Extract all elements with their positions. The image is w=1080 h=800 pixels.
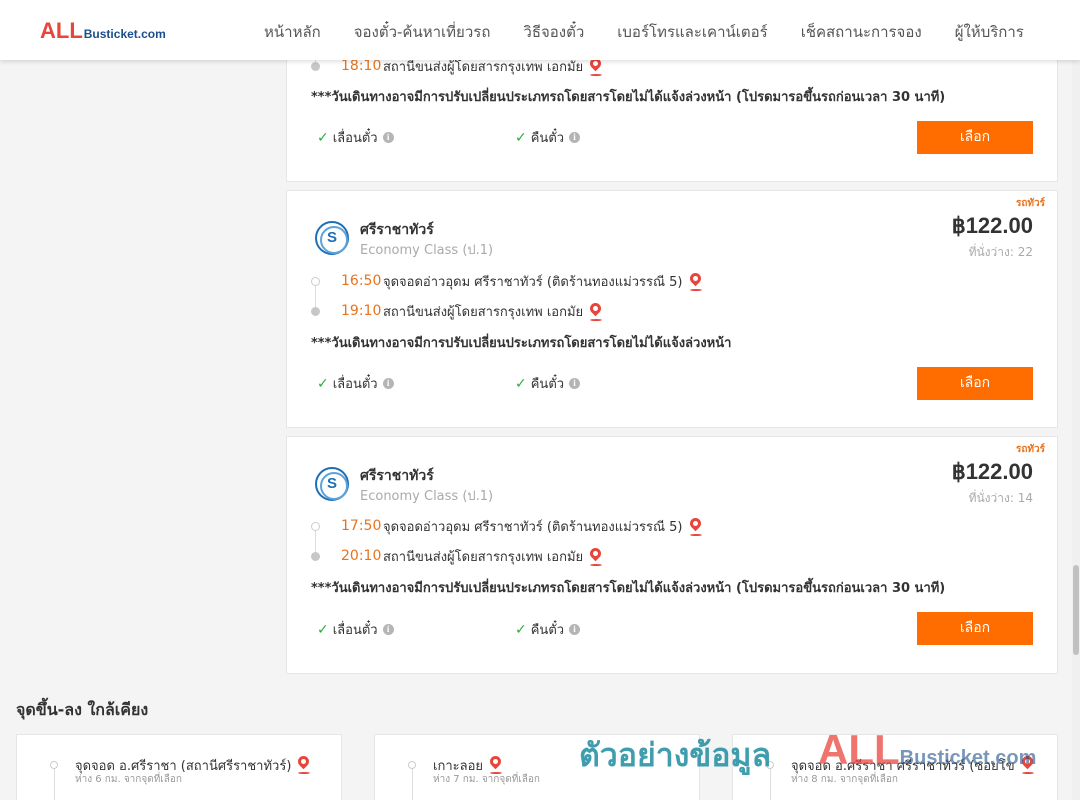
map-pin-icon[interactable] — [689, 275, 702, 291]
depart-dot — [311, 521, 320, 531]
check-icon: ✓ — [515, 375, 527, 392]
check-icon: ✓ — [515, 129, 527, 146]
depart-place: จุดจอดอ่าวอุดม ศรีราชาทัวร์ (ติดร้านทองแ… — [383, 519, 683, 535]
check-icon: ✓ — [317, 129, 329, 146]
feature-change-ticket: ✓ เลื่อนตั๋ว i — [317, 619, 394, 640]
feature-refund-ticket: ✓ คืนตั๋ว i — [515, 619, 581, 640]
arrive-place: สถานีขนส่งผู้โดยสารกรุงเทพ เอกมัย — [383, 549, 584, 565]
depart-time: 16:50 — [341, 273, 382, 289]
depart-stop: 17:50 จุดจอดอ่าวอุดม ศรีราชาทัวร์ (ติดร้… — [311, 516, 702, 536]
feature-label: เลื่อนตั๋ว — [332, 377, 378, 392]
nearby-stop-distance: ห่าง 6 กม. จากจุดที่เลือก — [75, 774, 182, 785]
trip-note: ***วันเดินทางอาจมีการปรับเปลี่ยนประเภทรถ… — [311, 336, 732, 351]
nav-how-to-book[interactable]: วิธีจองตั๋ว — [523, 20, 584, 44]
check-icon: ✓ — [317, 621, 329, 638]
watermark-text: ตัวอย่างข้อมูล — [579, 736, 772, 774]
site-header: ALLBusticket.com หน้าหลัก จองตั๋ว-ค้นหาเ… — [0, 0, 1080, 60]
operator-name: ศรีราชาทัวร์ — [360, 468, 434, 484]
stop-dot — [50, 761, 58, 769]
nav-providers[interactable]: ผู้ให้บริการ — [955, 20, 1024, 44]
trip-card: 18:10 สถานีขนส่งผู้โดยสารกรุงเทพ เอกมัย … — [286, 40, 1058, 182]
trip-card: รถทัวร์ S ศรีราชาทัวร์ Economy Class (ป.… — [286, 190, 1058, 428]
feature-refund-ticket: ✓ คืนตั๋ว i — [515, 127, 581, 148]
trip-note: ***วันเดินทางอาจมีการปรับเปลี่ยนประเภทรถ… — [311, 90, 946, 105]
ticket-price: ฿122.00 — [951, 459, 1033, 484]
arrive-dot — [311, 551, 320, 561]
select-trip-button[interactable]: เลือก — [917, 367, 1033, 400]
nav-check-status[interactable]: เช็คสถานะการจอง — [801, 20, 922, 44]
depart-dot — [311, 276, 320, 286]
depart-stop: 16:50 จุดจอดอ่าวอุดม ศรีราชาทัวร์ (ติดร้… — [311, 271, 702, 291]
depart-time: 17:50 — [341, 518, 382, 534]
logo-busticket: Busticket.com — [83, 27, 166, 41]
site-logo[interactable]: ALLBusticket.com — [40, 18, 166, 44]
nearby-stop-distance: ห่าง 8 กม. จากจุดที่เลือก — [791, 774, 898, 785]
bus-type-tag: รถทัวร์ — [1015, 444, 1045, 455]
page-scrollbar[interactable] — [1072, 60, 1080, 800]
main-nav: หน้าหลัก จองตั๋ว-ค้นหาเที่ยวรถ วิธีจองตั… — [264, 20, 1057, 44]
feature-change-ticket: ✓ เลื่อนตั๋ว i — [317, 373, 394, 394]
arrive-dot — [311, 61, 320, 71]
seats-available: ที่นั่งว่าง: 22 — [968, 245, 1033, 259]
nearby-stop-distance: ห่าง 7 กม. จากจุดที่เลือก — [433, 774, 540, 785]
operator-name: ศรีราชาทัวร์ — [360, 222, 434, 238]
bus-type-tag: รถทัวร์ — [1015, 198, 1045, 209]
watermark-logo: ALLBusticket.com — [818, 726, 1037, 773]
feature-label: คืนตั๋ว — [530, 623, 565, 638]
ticket-price: ฿122.00 — [951, 213, 1033, 238]
arrive-stop: 19:10 สถานีขนส่งผู้โดยสารกรุงเทพ เอกมัย — [311, 301, 603, 321]
nearby-title: จุดขึ้น-ลง ใกล้เคียง — [16, 700, 149, 719]
logo-all: ALL — [40, 18, 83, 43]
info-icon[interactable]: i — [569, 132, 581, 143]
map-pin-icon[interactable] — [689, 520, 702, 536]
arrive-stop: 20:10 สถานีขนส่งผู้โดยสารกรุงเทพ เอกมัย — [311, 546, 603, 566]
nav-home[interactable]: หน้าหลัก — [264, 20, 321, 44]
depart-place: จุดจอดอ่าวอุดม ศรีราชาทัวร์ (ติดร้านทองแ… — [383, 274, 683, 290]
stop-dot — [408, 761, 416, 769]
map-pin-icon[interactable] — [490, 758, 502, 774]
nav-book-search[interactable]: จองตั๋ว-ค้นหาเที่ยวรถ — [354, 20, 491, 44]
scrollbar-thumb[interactable] — [1073, 565, 1079, 655]
nearby-stop-card[interactable]: จุดจอด อ.ศรีราชา (สถานีศรีราชาทัวร์) ห่า… — [16, 734, 342, 800]
operator-logo: S — [315, 221, 349, 255]
map-pin-icon[interactable] — [590, 305, 603, 321]
arrive-time: 18:10 — [341, 58, 382, 74]
arrive-dot — [311, 306, 320, 316]
feature-label: เลื่อนตั๋ว — [332, 131, 378, 146]
operator-logo: S — [315, 467, 349, 501]
info-icon[interactable]: i — [382, 624, 394, 635]
feature-label: คืนตั๋ว — [530, 131, 565, 146]
check-icon: ✓ — [515, 621, 527, 638]
select-trip-button[interactable]: เลือก — [917, 121, 1033, 154]
feature-label: คืนตั๋ว — [530, 377, 565, 392]
info-icon[interactable]: i — [569, 624, 581, 635]
bus-class: Economy Class (ป.1) — [360, 243, 494, 258]
info-icon[interactable]: i — [382, 132, 394, 143]
map-pin-icon[interactable] — [590, 60, 603, 76]
trip-note: ***วันเดินทางอาจมีการปรับเปลี่ยนประเภทรถ… — [311, 581, 946, 596]
feature-refund-ticket: ✓ คืนตั๋ว i — [515, 373, 581, 394]
stop-line — [412, 769, 413, 800]
stop-line — [54, 769, 55, 800]
nav-phone-counter[interactable]: เบอร์โทรและเคาน์เตอร์ — [617, 20, 767, 44]
map-pin-icon[interactable] — [590, 550, 603, 566]
arrive-place: สถานีขนส่งผู้โดยสารกรุงเทพ เอกมัย — [383, 304, 584, 320]
info-icon[interactable]: i — [569, 378, 581, 389]
check-icon: ✓ — [317, 375, 329, 392]
arrive-time: 19:10 — [341, 303, 382, 319]
seats-available: ที่นั่งว่าง: 14 — [968, 491, 1033, 505]
select-trip-button[interactable]: เลือก — [917, 612, 1033, 645]
trip-card: รถทัวร์ S ศรีราชาทัวร์ Economy Class (ป.… — [286, 436, 1058, 674]
bus-class: Economy Class (ป.1) — [360, 489, 494, 504]
map-pin-icon[interactable] — [298, 758, 311, 774]
feature-change-ticket: ✓ เลื่อนตั๋ว i — [317, 127, 394, 148]
arrive-time: 20:10 — [341, 548, 382, 564]
feature-label: เลื่อนตั๋ว — [332, 623, 378, 638]
info-icon[interactable]: i — [382, 378, 394, 389]
